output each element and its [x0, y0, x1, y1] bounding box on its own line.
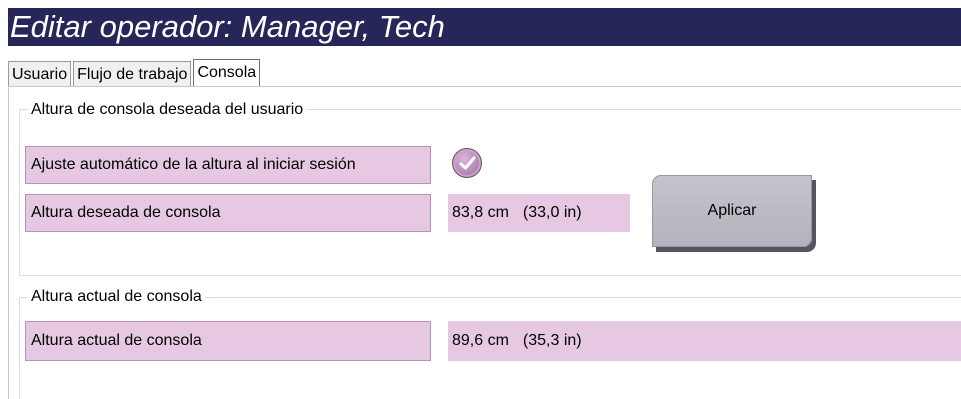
- desired-height-label: Altura deseada de consola: [25, 194, 431, 232]
- desired-height-value: 83,8 cm (33,0 in): [448, 194, 630, 232]
- apply-button[interactable]: Aplicar: [652, 175, 812, 247]
- current-height-group-legend: Altura actual de consola: [28, 287, 205, 307]
- auto-adjust-checkbox[interactable]: [452, 148, 482, 178]
- auto-adjust-label: Ajuste automático de la altura al inicia…: [25, 146, 431, 184]
- tab-consola[interactable]: Consola: [193, 59, 261, 87]
- check-icon: [459, 156, 476, 170]
- tab-bar: Usuario Flujo de trabajo Consola: [8, 59, 262, 87]
- tab-usuario[interactable]: Usuario: [8, 61, 72, 86]
- tab-flujo-de-trabajo[interactable]: Flujo de trabajo: [73, 61, 192, 86]
- desired-height-group-legend: Altura de consola deseada del usuario: [28, 100, 307, 120]
- current-height-cm: 89,6 cm: [452, 332, 509, 349]
- current-height-value: 89,6 cm (35,3 in): [448, 321, 961, 361]
- desired-height-in: (33,0 in): [522, 204, 582, 221]
- current-height-label: Altura actual de consola: [25, 321, 431, 361]
- desired-height-group: [19, 109, 961, 276]
- window-title: Editar operador: Manager, Tech: [8, 8, 961, 46]
- desired-height-cm: 83,8 cm: [452, 204, 509, 221]
- current-height-in: (35,3 in): [522, 332, 582, 349]
